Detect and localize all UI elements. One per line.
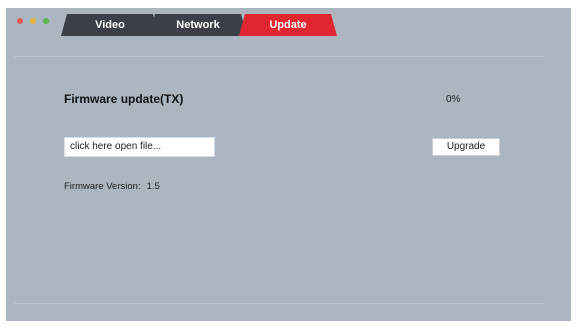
tab-update[interactable]: Update xyxy=(239,14,337,36)
progress-percent: 0% xyxy=(446,94,461,105)
tab-bar: Video Network Update xyxy=(61,14,351,36)
maximize-window-icon[interactable] xyxy=(43,18,49,24)
upgrade-button[interactable]: Upgrade xyxy=(432,138,500,156)
tab-video[interactable]: Video xyxy=(61,14,159,36)
tab-network[interactable]: Network xyxy=(149,14,247,36)
open-file-field[interactable]: click here open file... xyxy=(64,137,215,157)
minimize-window-icon[interactable] xyxy=(30,18,36,24)
firmware-version-value: 1.5 xyxy=(146,181,160,192)
firmware-update-title: Firmware update(TX) xyxy=(64,92,184,106)
update-panel: Firmware update(TX) 0% click here open f… xyxy=(14,56,544,304)
firmware-version-label: Firmware Version: xyxy=(64,181,141,192)
close-window-icon[interactable] xyxy=(17,18,23,24)
firmware-version: Firmware Version: 1.5 xyxy=(64,181,166,192)
app-window: Video Network Update Firmware update(TX)… xyxy=(6,8,571,321)
